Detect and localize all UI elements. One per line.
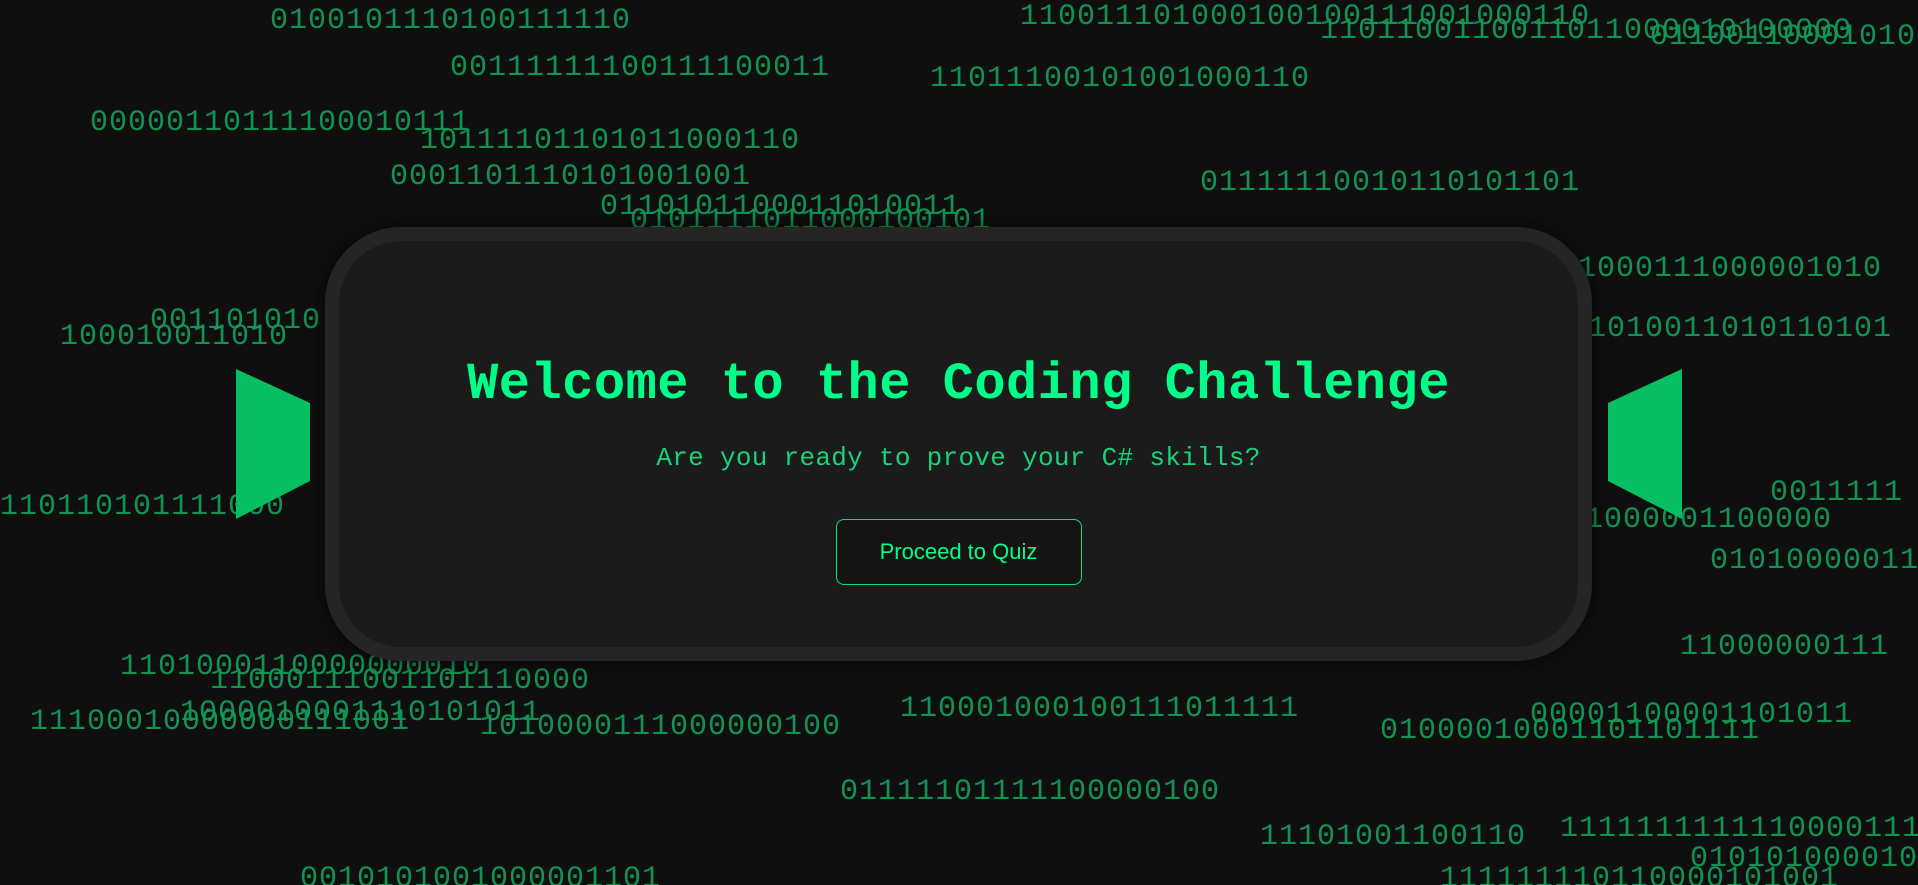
binary-line: 00111111100111100011 — [450, 51, 831, 85]
app-screen: 0100101110100111110 00111111100111100011… — [0, 0, 1918, 885]
proceed-to-quiz-button[interactable]: Proceed to Quiz — [835, 519, 1082, 585]
binary-line: 1010011010110101 — [1588, 312, 1893, 346]
binary-line: 01000010001101101111 — [1380, 714, 1761, 748]
page-title: Welcome to the Coding Challenge — [467, 355, 1450, 414]
binary-line: 0010101001000001101 — [300, 862, 662, 885]
binary-line: 11101001100110 — [1260, 820, 1527, 854]
right-trapezoid-shape-icon — [1606, 369, 1682, 519]
binary-line: 11000000111 — [1680, 630, 1890, 664]
binary-line: 010101000010100 — [1690, 842, 1918, 876]
binary-line: 1010000111000000100 — [480, 710, 842, 744]
welcome-card-content: Welcome to the Coding Challenge Are you … — [339, 241, 1578, 647]
binary-line: 10111101101011000110 — [420, 124, 801, 158]
binary-line: 110001000100111011111 — [900, 692, 1300, 726]
welcome-card: Welcome to the Coding Challenge Are you … — [325, 227, 1592, 661]
binary-line: 0100101110100111110 — [270, 4, 632, 38]
page-subtitle: Are you ready to prove your C# skills? — [656, 443, 1261, 473]
binary-line: 0001101110101001001 — [390, 160, 752, 194]
binary-line: 01111110010110101101 — [1200, 166, 1581, 200]
binary-line: 100010011010 — [60, 320, 289, 354]
binary-line: 01010000011 — [1710, 544, 1918, 578]
binary-line: 11011100101001000110 — [930, 62, 1311, 96]
binary-line: 1111111111110000111 — [1560, 812, 1918, 846]
binary-line: 1000111000001010 — [1578, 252, 1883, 286]
left-trapezoid-shape-icon — [236, 369, 312, 519]
binary-line: 11000111001101110000 — [210, 664, 591, 698]
binary-line: 01111101111100000100 — [840, 775, 1221, 809]
binary-line: 01100110001010 — [1650, 20, 1917, 54]
binary-line: 00000110111100010111 — [90, 106, 471, 140]
